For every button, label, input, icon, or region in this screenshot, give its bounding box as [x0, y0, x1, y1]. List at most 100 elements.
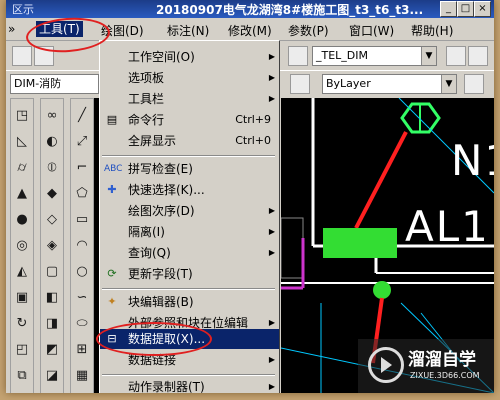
- menu-dimension[interactable]: 标注(N): [167, 22, 209, 39]
- layer-color-value: ByLayer: [326, 77, 371, 90]
- box-icon[interactable]: ◳: [13, 107, 31, 125]
- submenu-arrow-icon: ▶: [268, 248, 275, 257]
- menu-item-toolbars[interactable]: 工具栏 ▶: [100, 89, 279, 109]
- construction-line-icon[interactable]: ⤢: [73, 133, 91, 151]
- multileader-icon[interactable]: [468, 46, 488, 66]
- close-button[interactable]: ×: [474, 1, 491, 17]
- submenu-arrow-icon: ▶: [268, 227, 275, 236]
- pyramid-icon[interactable]: ◭: [13, 263, 31, 281]
- offset-face-icon[interactable]: ◈: [43, 237, 61, 255]
- cylinder-icon[interactable]: ⌭: [13, 159, 31, 177]
- polyline-icon[interactable]: ⌐: [73, 159, 91, 177]
- extrude-face-icon[interactable]: ◆: [43, 185, 61, 203]
- chevron-down-icon[interactable]: ▼: [441, 75, 456, 93]
- modeling-palette: ◳ ◺ ⌭ ▲ ● ◎ ◭ ▣ ↻ ◰ ⧉: [10, 98, 34, 393]
- dim-style-value: _TEL_DIM: [316, 49, 369, 62]
- new-file-icon[interactable]: [12, 46, 32, 66]
- menu-item-workspace[interactable]: 工作空间(O) ▶: [100, 47, 279, 67]
- move-face-icon[interactable]: ◇: [43, 211, 61, 229]
- loft-icon[interactable]: ⧉: [13, 367, 31, 385]
- draw-palette: ╱ ⤢ ⌐ ⬠ ▭ ◠ ○ ∽ ⬭ ⊞ ▦: [70, 98, 94, 393]
- line-icon[interactable]: ╱: [73, 107, 91, 125]
- ellipse-icon[interactable]: ⬭: [73, 315, 91, 333]
- quick-select-icon: ✚: [107, 183, 117, 196]
- distribution-box: [323, 228, 397, 258]
- submenu-arrow-icon: ▶: [268, 355, 275, 364]
- match-properties-icon[interactable]: [290, 74, 310, 94]
- menu-parameter[interactable]: 参数(P): [288, 22, 329, 39]
- menu-separator: [102, 288, 275, 290]
- layer-color-combo[interactable]: ByLayer ▼: [322, 74, 457, 94]
- subtract-icon[interactable]: ◐: [43, 133, 61, 151]
- rotate-face-icon[interactable]: ◧: [43, 289, 61, 307]
- revolve-icon[interactable]: ↻: [13, 315, 31, 333]
- sweep-icon[interactable]: ◰: [13, 341, 31, 359]
- extrude-icon[interactable]: ▣: [13, 289, 31, 307]
- update-field-icon: ⟳: [107, 267, 117, 280]
- union-icon[interactable]: ∞: [43, 107, 61, 125]
- submenu-arrow-icon: ▶: [268, 94, 275, 103]
- menu-item-action-recorder[interactable]: 动作录制器(T) ▶: [100, 377, 279, 393]
- menu-window[interactable]: 窗口(W): [349, 22, 394, 39]
- title-left-text: 区示: [12, 3, 34, 16]
- dim-style-combo[interactable]: _TEL_DIM ▼: [312, 46, 437, 66]
- window-title: 20180907电气龙湖湾8#楼施工图_t3_t6_t3...: [156, 3, 424, 17]
- intersect-icon[interactable]: ⦶: [43, 159, 61, 177]
- rectangle-icon[interactable]: ▭: [73, 211, 91, 229]
- menu-item-inquiry[interactable]: 查询(Q) ▶: [100, 243, 279, 263]
- color-face-icon[interactable]: ◪: [43, 367, 61, 385]
- style-combo[interactable]: DIM-消防: [10, 74, 99, 94]
- chevron-down-icon[interactable]: ▼: [421, 47, 436, 65]
- menu-item-block-editor[interactable]: ✦ 块编辑器(B): [100, 292, 279, 312]
- wedge-icon[interactable]: ◺: [13, 133, 31, 151]
- dimstyle-icon[interactable]: [288, 46, 308, 66]
- arc-icon[interactable]: ◠: [73, 237, 91, 255]
- menu-item-palettes[interactable]: 选项板 ▶: [100, 68, 279, 88]
- menu-item-command-line[interactable]: ▤ 命令行 Ctrl+9: [100, 110, 279, 130]
- menu-modify[interactable]: 修改(M): [228, 22, 272, 39]
- menu-item-quick-select[interactable]: ✚ 快速选择(K)...: [100, 180, 279, 200]
- sphere-icon[interactable]: ●: [13, 211, 31, 229]
- menu-overflow-icon[interactable]: »: [8, 22, 22, 36]
- spell-check-icon: ABC: [104, 164, 123, 174]
- menu-item-update-fields[interactable]: ⟳ 更新字段(T): [100, 264, 279, 284]
- insert-block-icon[interactable]: ⊞: [73, 341, 91, 359]
- menu-item-isolate[interactable]: 隔离(I) ▶: [100, 222, 279, 242]
- maximize-button[interactable]: □: [457, 1, 474, 17]
- menu-help[interactable]: 帮助(H): [411, 22, 453, 39]
- submenu-arrow-icon: ▶: [268, 382, 275, 391]
- play-logo-icon: [368, 347, 404, 383]
- menu-item-spell-check[interactable]: ABC 拼写检查(E): [100, 159, 279, 179]
- block-editor-icon: ✦: [107, 295, 117, 308]
- minimize-button[interactable]: _: [440, 1, 457, 17]
- torus-icon[interactable]: ◎: [13, 237, 31, 255]
- annotation-ring-data-extraction: [96, 322, 212, 356]
- drawing-label-al1: AL1: [405, 202, 490, 251]
- watermark: 溜溜自学 ZIXUE.3D66.COM: [358, 339, 494, 393]
- submenu-arrow-icon: ▶: [268, 206, 275, 215]
- watermark-name: 溜溜自学: [408, 350, 476, 370]
- watermark-url: ZIXUE.3D66.COM: [410, 371, 480, 380]
- submenu-arrow-icon: ▶: [268, 52, 275, 61]
- drawing-label-n1: N1: [451, 136, 494, 185]
- spline-icon[interactable]: ∽: [73, 289, 91, 307]
- cone-icon[interactable]: ▲: [13, 185, 31, 203]
- linetype-icon[interactable]: [464, 74, 484, 94]
- title-bar: 区示 20180907电气龙湖湾8#楼施工图_t3_t6_t3... _ □ ×: [6, 0, 494, 18]
- style-combo-value: DIM-消防: [14, 77, 62, 90]
- cad-window: 区示 20180907电气龙湖湾8#楼施工图_t3_t6_t3... _ □ ×…: [6, 0, 494, 393]
- menu-item-fullscreen[interactable]: 全屏显示 Ctrl+0: [100, 131, 279, 151]
- menu-separator: [102, 374, 275, 376]
- circle-icon[interactable]: ○: [73, 263, 91, 281]
- hatch-block: [281, 217, 304, 279]
- menu-item-draw-order[interactable]: 绘图次序(D) ▶: [100, 201, 279, 221]
- menu-separator: [102, 155, 275, 157]
- copy-face-icon[interactable]: ◩: [43, 341, 61, 359]
- green-node: [373, 281, 391, 299]
- delete-face-icon[interactable]: ▢: [43, 263, 61, 281]
- red-leader-line: [354, 131, 408, 229]
- taper-face-icon[interactable]: ◨: [43, 315, 61, 333]
- hatch-icon[interactable]: ▦: [73, 367, 91, 385]
- table-style-icon[interactable]: [446, 46, 466, 66]
- polygon-icon[interactable]: ⬠: [73, 185, 91, 203]
